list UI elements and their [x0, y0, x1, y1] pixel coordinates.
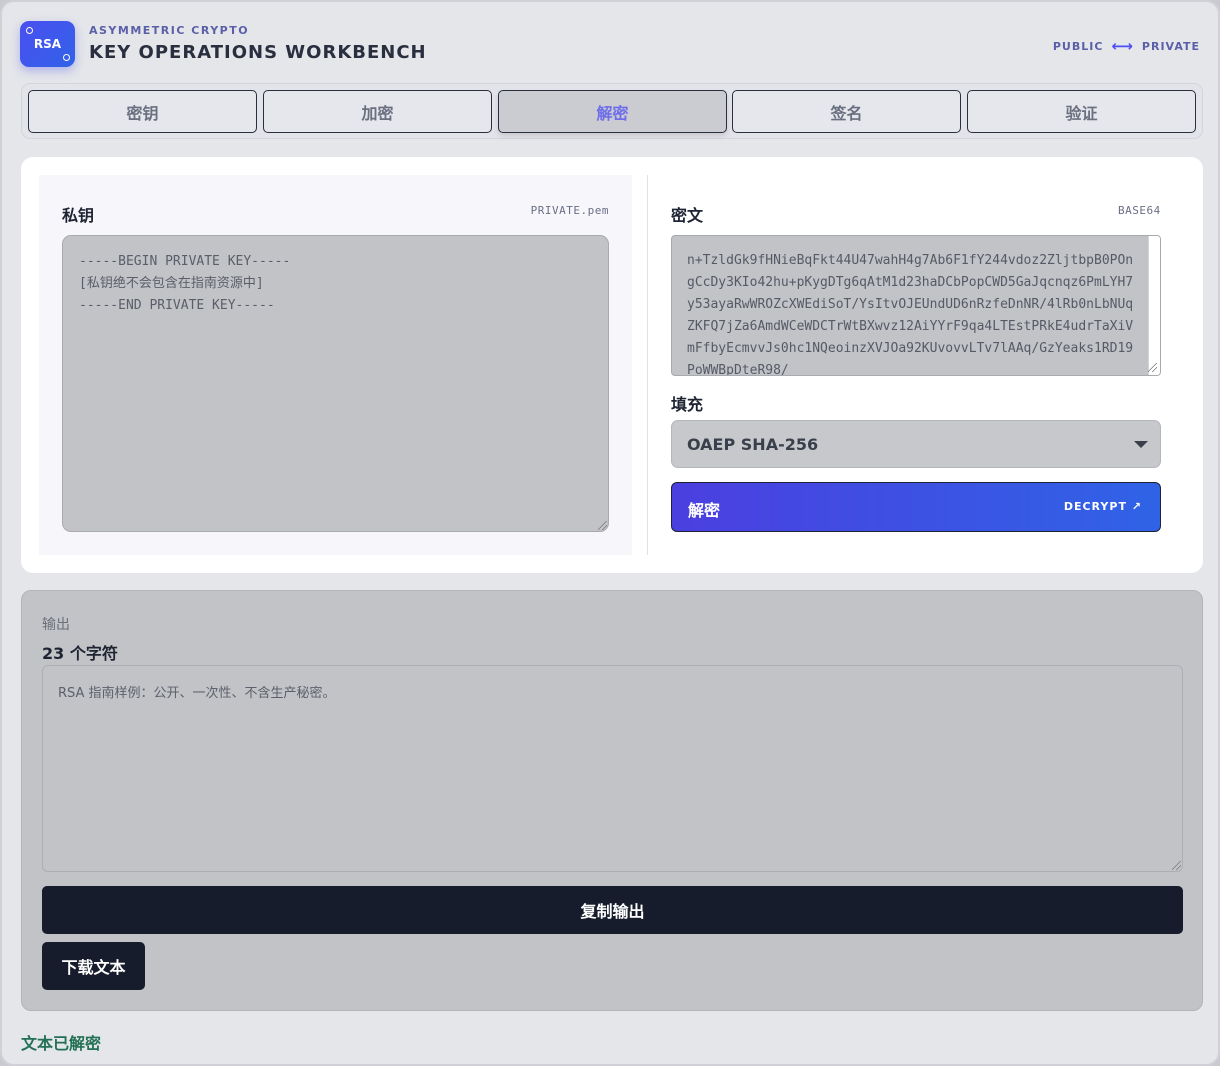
- private-key-label: 私钥: [62, 206, 95, 225]
- output-text[interactable]: RSA 指南样例：公开、一次性、不含生产秘密。: [42, 665, 1183, 872]
- download-text-button[interactable]: 下载文本: [42, 942, 145, 990]
- private-label: PRIVATE: [1141, 39, 1200, 53]
- padding-selected-value: OAEP SHA-256: [687, 434, 819, 454]
- resize-handle-icon[interactable]: [1148, 363, 1157, 372]
- rsa-logo: RSA: [20, 21, 75, 67]
- private-key-section: 私钥 PRIVATE.pem -----BEGIN PRIVATE KEY---…: [39, 175, 632, 555]
- decrypt-button[interactable]: 解密 DECRYPT ↗: [671, 482, 1161, 532]
- tab-verify[interactable]: 验证: [967, 90, 1196, 133]
- private-key-input[interactable]: -----BEGIN PRIVATE KEY----- [私钥绝不会包含在指南资…: [62, 235, 609, 532]
- copy-output-button[interactable]: 复制输出: [42, 886, 1183, 934]
- ciphertext-label: 密文: [671, 206, 704, 225]
- private-key-format-tag: PRIVATE.pem: [530, 204, 609, 217]
- key-direction-indicator: PUBLIC ⟷ PRIVATE: [1053, 37, 1200, 55]
- chevron-down-icon: [1134, 441, 1148, 448]
- logo-text: RSA: [33, 37, 62, 51]
- tab-sign[interactable]: 签名: [732, 90, 961, 133]
- ciphertext-format-tag: BASE64: [1118, 204, 1161, 217]
- decrypt-button-sublabel: DECRYPT ↗: [1063, 500, 1142, 513]
- panel-divider: [647, 175, 648, 555]
- ciphertext-scrollbar[interactable]: [1148, 236, 1160, 375]
- decrypt-panel: 私钥 PRIVATE.pem -----BEGIN PRIVATE KEY---…: [21, 157, 1203, 573]
- app-window: RSA ASYMMETRIC CRYPTO KEY OPERATIONS WOR…: [0, 0, 1220, 1066]
- logo-dot-icon: [63, 54, 70, 61]
- public-label: PUBLIC: [1052, 39, 1104, 53]
- operation-tabs: 密钥 加密 解密 签名 验证: [21, 83, 1203, 139]
- bidirectional-arrow-icon: ⟷: [1111, 37, 1134, 55]
- resize-handle-icon[interactable]: [1172, 861, 1181, 870]
- output-eyebrow: 输出: [42, 617, 70, 633]
- tab-keys[interactable]: 密钥: [28, 90, 257, 133]
- app-title: KEY OPERATIONS WORKBENCH: [89, 42, 427, 63]
- logo-dot-icon: [26, 27, 33, 34]
- output-char-count: 23 个字符: [42, 644, 118, 663]
- decrypt-button-label: 解密: [688, 501, 721, 520]
- status-message: 文本已解密: [21, 1034, 102, 1053]
- tab-decrypt[interactable]: 解密: [498, 90, 727, 133]
- app-eyebrow: ASYMMETRIC CRYPTO: [89, 24, 250, 37]
- padding-label: 填充: [671, 395, 704, 414]
- ciphertext-input[interactable]: n+TzldGk9fHNieBqFkt44U47wahH4g7Ab6F1fY24…: [671, 235, 1161, 376]
- resize-handle-icon[interactable]: [598, 521, 607, 530]
- ciphertext-value: n+TzldGk9fHNieBqFkt44U47wahH4g7Ab6F1fY24…: [687, 253, 1134, 376]
- output-section: 输出 23 个字符 RSA 指南样例：公开、一次性、不含生产秘密。 复制输出 下…: [21, 590, 1203, 1011]
- padding-select[interactable]: OAEP SHA-256: [671, 420, 1161, 468]
- tab-encrypt[interactable]: 加密: [263, 90, 492, 133]
